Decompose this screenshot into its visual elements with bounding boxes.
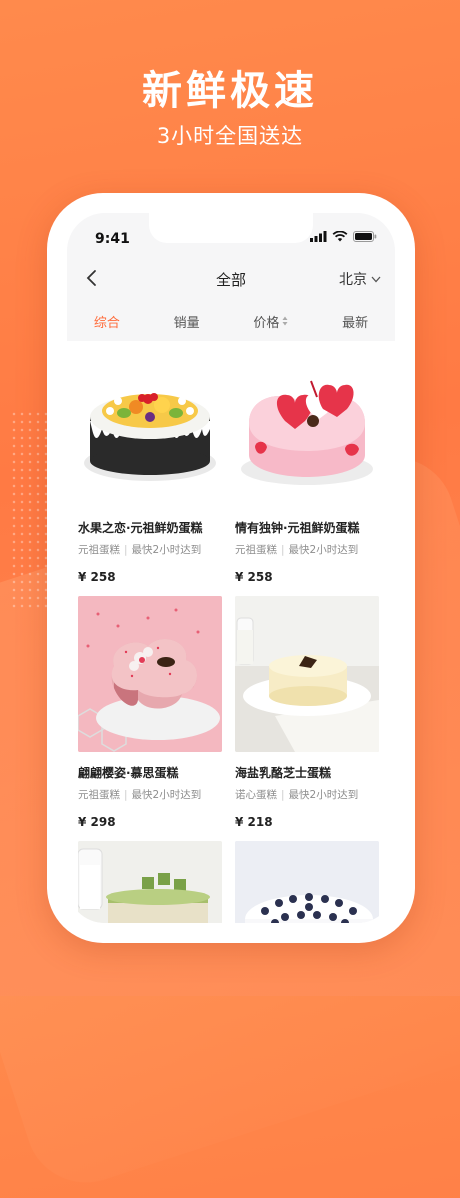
product-image-matcha-cake bbox=[78, 841, 222, 923]
product-price: ¥ 298 bbox=[78, 815, 116, 829]
status-time: 9:41 bbox=[95, 231, 130, 247]
city-label: 北京 bbox=[339, 272, 367, 288]
product-delivery: 最快2小时达到 bbox=[288, 544, 359, 556]
product-brand: 元祖蛋糕 bbox=[78, 544, 120, 556]
wifi-icon bbox=[332, 231, 348, 242]
tab-label: 综合 bbox=[93, 315, 120, 331]
product-grid: 水果之恋·元祖鲜奶蛋糕 元祖蛋糕 | 最快2小时达到 ¥ 258 情有独钟·元祖… bbox=[78, 351, 386, 923]
tab-label: 价格 bbox=[253, 315, 280, 331]
tab-comprehensive[interactable]: 综合 bbox=[94, 312, 120, 331]
meta-divider: | bbox=[124, 789, 128, 801]
sort-icon bbox=[282, 316, 288, 326]
product-meta: 元祖蛋糕 | 最快2小时达到 bbox=[78, 542, 222, 557]
chevron-down-icon bbox=[371, 276, 381, 282]
meta-divider: | bbox=[124, 544, 128, 556]
product-card[interactable] bbox=[78, 841, 222, 923]
tab-newest[interactable]: 最新 bbox=[342, 312, 368, 331]
product-image-flower-cake bbox=[78, 596, 222, 752]
product-meta: 元祖蛋糕 | 最快2小时达到 bbox=[235, 542, 379, 557]
product-price: ¥ 258 bbox=[235, 570, 273, 584]
product-card[interactable]: 情有独钟·元祖鲜奶蛋糕 元祖蛋糕 | 最快2小时达到 ¥ 258 bbox=[235, 351, 379, 584]
phone-screen: 9:41 全部 北京 综合 销量 价格 最新 水果之恋·元祖鲜奶蛋糕 元祖蛋糕 … bbox=[67, 213, 395, 923]
city-selector[interactable]: 北京 bbox=[339, 269, 381, 289]
signal-icon bbox=[310, 231, 327, 242]
product-price: ¥ 218 bbox=[235, 815, 273, 829]
status-icons bbox=[310, 231, 377, 242]
product-image-fruit-cake bbox=[78, 351, 222, 507]
tab-sales[interactable]: 销量 bbox=[174, 312, 200, 331]
product-name: 水果之恋·元祖鲜奶蛋糕 bbox=[78, 521, 203, 535]
tab-label: 销量 bbox=[173, 315, 200, 331]
navigation-bar: 全部 北京 bbox=[67, 257, 395, 301]
product-meta: 诺心蛋糕 | 最快2小时达到 bbox=[235, 787, 379, 802]
product-name: 翩翩樱姿·慕思蛋糕 bbox=[78, 766, 179, 780]
tab-price[interactable]: 价格 bbox=[253, 312, 288, 331]
promo-subline: 3小时全国送达 bbox=[156, 124, 304, 148]
phone-frame: 9:41 全部 北京 综合 销量 价格 最新 水果之恋·元祖鲜奶蛋糕 元祖蛋糕 … bbox=[47, 193, 415, 943]
tab-label: 最新 bbox=[342, 315, 369, 331]
notch bbox=[149, 213, 313, 243]
battery-icon bbox=[353, 231, 377, 242]
product-delivery: 最快2小时达到 bbox=[288, 789, 359, 801]
promo-headline: 新鲜极速 bbox=[142, 68, 318, 114]
status-bar: 9:41 bbox=[67, 213, 395, 257]
product-card[interactable]: 水果之恋·元祖鲜奶蛋糕 元祖蛋糕 | 最快2小时达到 ¥ 258 bbox=[78, 351, 222, 584]
product-brand: 诺心蛋糕 bbox=[235, 789, 277, 801]
product-image-heart-cake bbox=[235, 351, 379, 507]
product-image-blueberry-cake bbox=[235, 841, 379, 923]
product-delivery: 最快2小时达到 bbox=[131, 789, 202, 801]
product-meta: 元祖蛋糕 | 最快2小时达到 bbox=[78, 787, 222, 802]
product-image-cheesecake bbox=[235, 596, 379, 752]
product-name: 海盐乳酪芝士蛋糕 bbox=[235, 766, 332, 780]
product-price: ¥ 258 bbox=[78, 570, 116, 584]
product-card[interactable]: 翩翩樱姿·慕思蛋糕 元祖蛋糕 | 最快2小时达到 ¥ 298 bbox=[78, 596, 222, 829]
product-card[interactable]: 海盐乳酪芝士蛋糕 诺心蛋糕 | 最快2小时达到 ¥ 218 bbox=[235, 596, 379, 829]
sort-tabs: 综合 销量 价格 最新 bbox=[67, 301, 395, 341]
product-brand: 元祖蛋糕 bbox=[78, 789, 120, 801]
meta-divider: | bbox=[281, 789, 285, 801]
product-card[interactable] bbox=[235, 841, 379, 923]
meta-divider: | bbox=[281, 544, 285, 556]
product-delivery: 最快2小时达到 bbox=[131, 544, 202, 556]
product-brand: 元祖蛋糕 bbox=[235, 544, 277, 556]
product-name: 情有独钟·元祖鲜奶蛋糕 bbox=[235, 521, 360, 535]
